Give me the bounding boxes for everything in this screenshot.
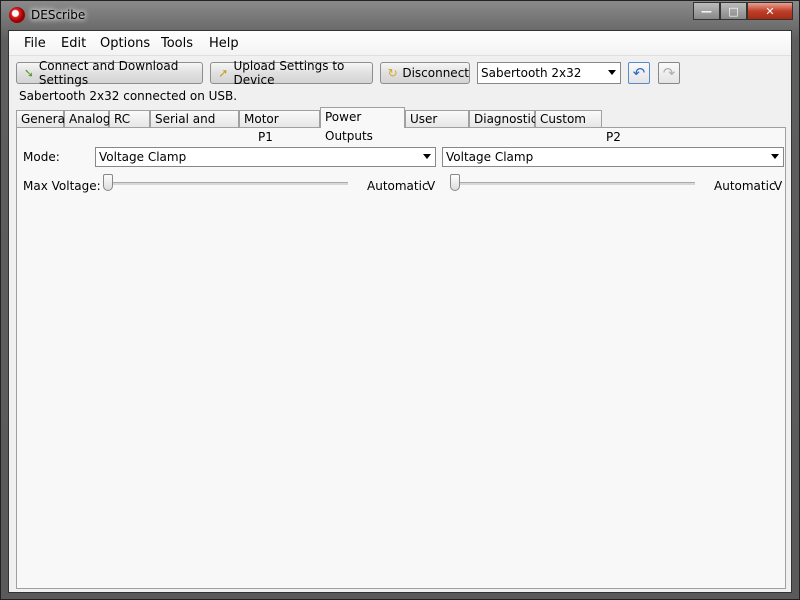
p1-voltage-slider-track[interactable] xyxy=(105,182,348,185)
redo-icon: ↷ xyxy=(662,64,676,82)
chevron-down-icon xyxy=(423,154,431,159)
minimize-button[interactable]: — xyxy=(693,2,720,20)
menu-file[interactable]: File xyxy=(24,36,46,51)
tab-motor-outputs[interactable]: Motor Outputs xyxy=(239,110,320,142)
max-voltage-label: Max Voltage: xyxy=(23,179,101,193)
p1-voltage-slider-thumb[interactable] xyxy=(103,174,113,191)
menu-bar: File Edit Options Tools Help xyxy=(9,31,791,56)
connect-download-button[interactable]: ➘ Connect and Download Settings xyxy=(16,59,203,87)
tab-diagnostics[interactable]: Diagnostics xyxy=(469,110,544,127)
tab-power-outputs[interactable]: Power Outputs xyxy=(320,107,405,143)
device-select[interactable]: Sabertooth 2x32 xyxy=(477,62,621,84)
upload-settings-label: Upload Settings to Device xyxy=(233,59,345,87)
window-title: DEScribe xyxy=(31,8,86,22)
disconnect-icon: ↻ xyxy=(387,66,398,80)
menu-tools[interactable]: Tools xyxy=(161,36,193,51)
p1-mode-select[interactable]: Voltage Clamp xyxy=(95,147,436,167)
p1-mode-value: Voltage Clamp xyxy=(99,150,187,164)
connection-status: Sabertooth 2x32 connected on USB. xyxy=(19,89,238,103)
p2-voltage-slider-track[interactable] xyxy=(452,182,695,185)
menu-edit[interactable]: Edit xyxy=(61,36,86,51)
disconnect-button[interactable]: ↻ Disconnect xyxy=(380,62,470,84)
caption-buttons: — □ ✕ xyxy=(693,2,793,22)
tab-serial-usb[interactable]: Serial and USB xyxy=(150,110,239,142)
power-outputs-panel: P1 P2 Mode: Voltage Clamp Voltage Clamp … xyxy=(16,127,786,589)
menu-options[interactable]: Options xyxy=(100,36,150,51)
chevron-down-icon xyxy=(608,70,616,75)
device-select-value: Sabertooth 2x32 xyxy=(481,66,582,80)
app-logo-icon xyxy=(9,7,25,23)
maximize-button[interactable]: □ xyxy=(720,2,747,20)
p1-header: P1 xyxy=(258,130,273,144)
connect-download-label: Connect and Download Settings xyxy=(38,59,179,87)
tab-rc[interactable]: RC xyxy=(109,110,150,127)
upload-settings-button[interactable]: ➚ Upload Settings to Device xyxy=(210,59,373,87)
chevron-down-icon xyxy=(771,154,779,159)
menu-help[interactable]: Help xyxy=(209,36,239,51)
tab-analog[interactable]: Analog xyxy=(64,110,110,127)
p1-voltage-value: Automatic xyxy=(367,179,429,193)
p2-voltage-unit: V xyxy=(774,179,783,193)
disconnect-label: Disconnect xyxy=(402,66,469,80)
tab-custom-test[interactable]: Custom Test xyxy=(535,110,602,142)
p2-voltage-slider-thumb[interactable] xyxy=(450,174,460,191)
p2-mode-value: Voltage Clamp xyxy=(446,150,534,164)
close-button[interactable]: ✕ xyxy=(747,2,793,20)
p2-header: P2 xyxy=(606,130,621,144)
p1-voltage-unit: V xyxy=(427,179,436,193)
app-window: DEScribe — □ ✕ File Edit Options Tools H… xyxy=(0,0,800,600)
p2-voltage-value: Automatic xyxy=(714,179,776,193)
undo-button[interactable]: ↶ xyxy=(628,62,650,84)
tab-user-mode[interactable]: User Mode xyxy=(405,110,469,142)
p2-mode-select[interactable]: Voltage Clamp xyxy=(442,147,784,167)
mode-label: Mode: xyxy=(23,150,60,164)
title-bar[interactable]: DEScribe — □ ✕ xyxy=(1,1,799,29)
tab-general[interactable]: General xyxy=(16,110,68,127)
upload-arrow-icon: ➚ xyxy=(218,66,229,80)
undo-icon: ↶ xyxy=(632,64,646,82)
client-area: File Edit Options Tools Help ➘ Connect a… xyxy=(8,30,792,593)
redo-button[interactable]: ↷ xyxy=(658,62,680,84)
download-arrow-icon: ➘ xyxy=(23,66,34,80)
